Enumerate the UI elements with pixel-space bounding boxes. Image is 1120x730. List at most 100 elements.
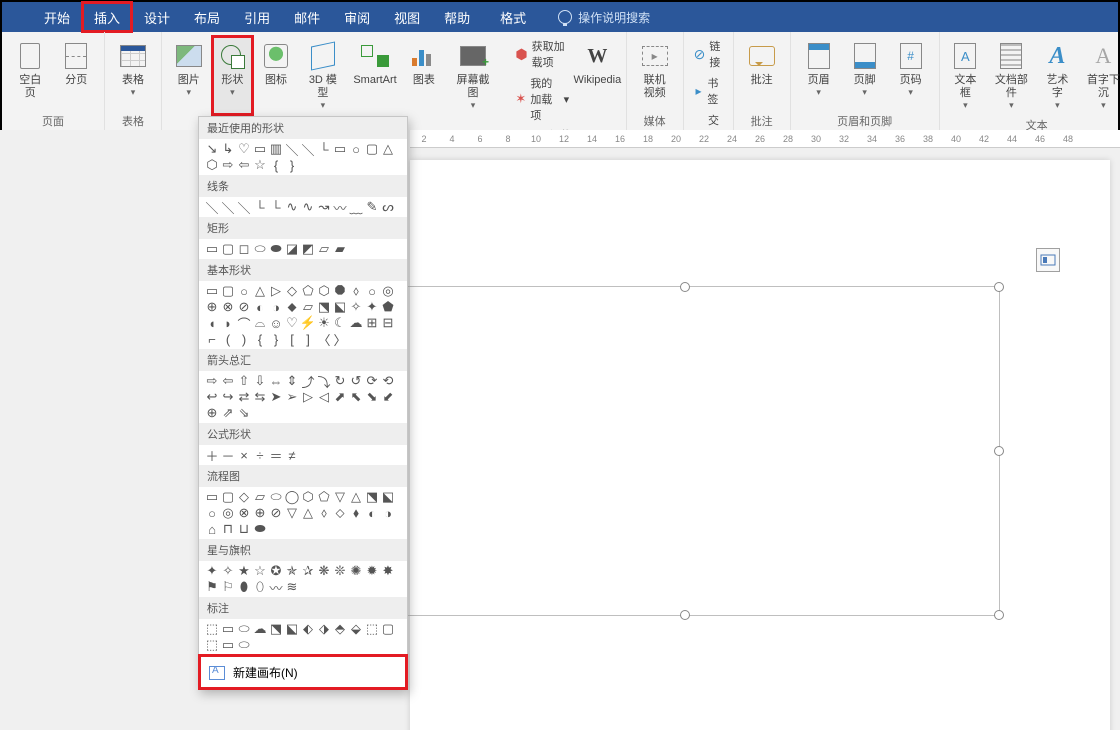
shape-elbow-b[interactable]: └: [269, 200, 283, 214]
bookmark-button[interactable]: ▸书签: [690, 73, 727, 109]
shape-brace[interactable]: {: [269, 158, 283, 172]
shape-s10[interactable]: ✺: [349, 564, 363, 578]
shape-c5[interactable]: ⬔: [269, 622, 283, 636]
shape-r5[interactable]: ⬬: [269, 242, 283, 256]
shape-b15[interactable]: ⊘: [237, 300, 251, 314]
shape-b30[interactable]: ♡: [285, 316, 299, 330]
shape-a21[interactable]: ⬈: [333, 390, 347, 404]
online-video-button[interactable]: 联机视频: [633, 36, 677, 104]
shape-b2[interactable]: ▢: [221, 284, 235, 298]
tab-references[interactable]: 引用: [232, 2, 282, 32]
shape-b1[interactable]: ▭: [205, 284, 219, 298]
chart-button[interactable]: 图表: [403, 36, 445, 115]
shape-a15[interactable]: ⇄: [237, 390, 251, 404]
shape-f26[interactable]: ⊓: [221, 522, 235, 536]
shape-r2[interactable]: ▢: [221, 242, 235, 256]
shape-b3[interactable]: ○: [237, 284, 251, 298]
tab-mailings[interactable]: 邮件: [282, 2, 332, 32]
shape-r1[interactable]: ▭: [205, 242, 219, 256]
shape-b7[interactable]: ⬠: [301, 284, 315, 298]
shape-a7[interactable]: ⤴: [301, 374, 315, 388]
shape-f28[interactable]: ⬬: [253, 522, 267, 536]
shape-b32[interactable]: ☀: [317, 316, 331, 330]
shape-line-a[interactable]: ＼: [205, 200, 219, 214]
shape-a12[interactable]: ⟲: [381, 374, 395, 388]
shape-b4[interactable]: △: [253, 284, 267, 298]
shape-textbox[interactable]: ▭: [253, 142, 267, 156]
shape-a10[interactable]: ↺: [349, 374, 363, 388]
shape-a26[interactable]: ⇗: [221, 406, 235, 420]
shape-f14[interactable]: ◎: [221, 506, 235, 520]
shape-s14[interactable]: ⚐: [221, 580, 235, 594]
shape-c9[interactable]: ⬘: [333, 622, 347, 636]
shape-b21[interactable]: ⬕: [333, 300, 347, 314]
shape-s5[interactable]: ✪: [269, 564, 283, 578]
shape-b11[interactable]: ○: [365, 284, 379, 298]
shape-b44[interactable]: 〈: [317, 332, 331, 346]
shape-s18[interactable]: ≋: [285, 580, 299, 594]
shape-f22[interactable]: ⬧: [349, 506, 363, 520]
shape-f4[interactable]: ▱: [253, 490, 267, 504]
shape-b24[interactable]: ⬟: [381, 300, 395, 314]
shape-r6[interactable]: ◪: [285, 242, 299, 256]
shape-a24[interactable]: ⬋: [381, 390, 395, 404]
shape-b35[interactable]: ⊞: [365, 316, 379, 330]
pictures-button[interactable]: 图片▾: [168, 36, 210, 115]
shape-f9[interactable]: ▽: [333, 490, 347, 504]
tab-design[interactable]: 设计: [132, 2, 182, 32]
shape-b27[interactable]: ⌒: [237, 316, 251, 330]
shape-c14[interactable]: ▭: [221, 638, 235, 652]
shape-b39[interactable]: ): [237, 332, 251, 346]
shape-arrow-l[interactable]: ⇦: [237, 158, 251, 172]
shape-r8[interactable]: ▱: [317, 242, 331, 256]
shape-b29[interactable]: ☺: [269, 316, 283, 330]
shape-a13[interactable]: ↩: [205, 390, 219, 404]
shape-e6[interactable]: ≠: [285, 448, 299, 462]
shape-s2[interactable]: ✧: [221, 564, 235, 578]
tab-review[interactable]: 审阅: [332, 2, 382, 32]
shape-f16[interactable]: ⊕: [253, 506, 267, 520]
tab-start[interactable]: 开始: [32, 2, 82, 32]
shape-e5[interactable]: ＝: [269, 448, 283, 462]
shape-line[interactable]: ＼: [285, 142, 299, 156]
shape-s13[interactable]: ⚑: [205, 580, 219, 594]
tab-view[interactable]: 视图: [382, 2, 432, 32]
shape-c1[interactable]: ⬚: [205, 622, 219, 636]
table-button[interactable]: 表格▾: [111, 36, 155, 102]
shape-b18[interactable]: ⬥: [285, 300, 299, 314]
shape-c12[interactable]: ▢: [381, 622, 395, 636]
shape-f3[interactable]: ◇: [237, 490, 251, 504]
shape-a16[interactable]: ⇆: [253, 390, 267, 404]
shape-a8[interactable]: ⤵: [317, 374, 331, 388]
shape-s7[interactable]: ✰: [301, 564, 315, 578]
shape-s9[interactable]: ❊: [333, 564, 347, 578]
shape-curve-b[interactable]: ∿: [301, 200, 315, 214]
shape-b34[interactable]: ☁: [349, 316, 363, 330]
tab-insert[interactable]: 插入: [82, 2, 132, 32]
shape-free-b[interactable]: ﹏: [349, 200, 363, 214]
shape-elbow[interactable]: └: [317, 142, 331, 156]
smartart-button[interactable]: SmartArt: [349, 36, 401, 115]
tab-help[interactable]: 帮助: [432, 2, 482, 32]
shape-a25[interactable]: ⊕: [205, 406, 219, 420]
shape-e1[interactable]: ＋: [205, 448, 219, 462]
shape-scribble2[interactable]: ᔕ: [381, 200, 395, 214]
shape-f25[interactable]: ⌂: [205, 522, 219, 536]
shape-roundrect[interactable]: ▢: [365, 142, 379, 156]
shape-s12[interactable]: ✸: [381, 564, 395, 578]
shape-a11[interactable]: ⟳: [365, 374, 379, 388]
horizontal-ruler[interactable]: 2468101214161820222426283032343638404244…: [410, 130, 1120, 148]
shape-b36[interactable]: ⊟: [381, 316, 395, 330]
shape-curve-c[interactable]: ↝: [317, 200, 331, 214]
shape-f6[interactable]: ◯: [285, 490, 299, 504]
shape-b6[interactable]: ◇: [285, 284, 299, 298]
new-drawing-canvas[interactable]: 新建画布(N): [199, 655, 407, 689]
shape-a9[interactable]: ↻: [333, 374, 347, 388]
shape-b14[interactable]: ⊗: [221, 300, 235, 314]
shape-s17[interactable]: 〰: [269, 580, 283, 594]
layout-options-button[interactable]: [1036, 248, 1060, 272]
my-addins-button[interactable]: ✶我的加载项 ▾: [511, 73, 573, 125]
shape-f24[interactable]: ◑: [381, 506, 395, 520]
shape-f8[interactable]: ⬠: [317, 490, 331, 504]
shape-f23[interactable]: ◐: [365, 506, 379, 520]
